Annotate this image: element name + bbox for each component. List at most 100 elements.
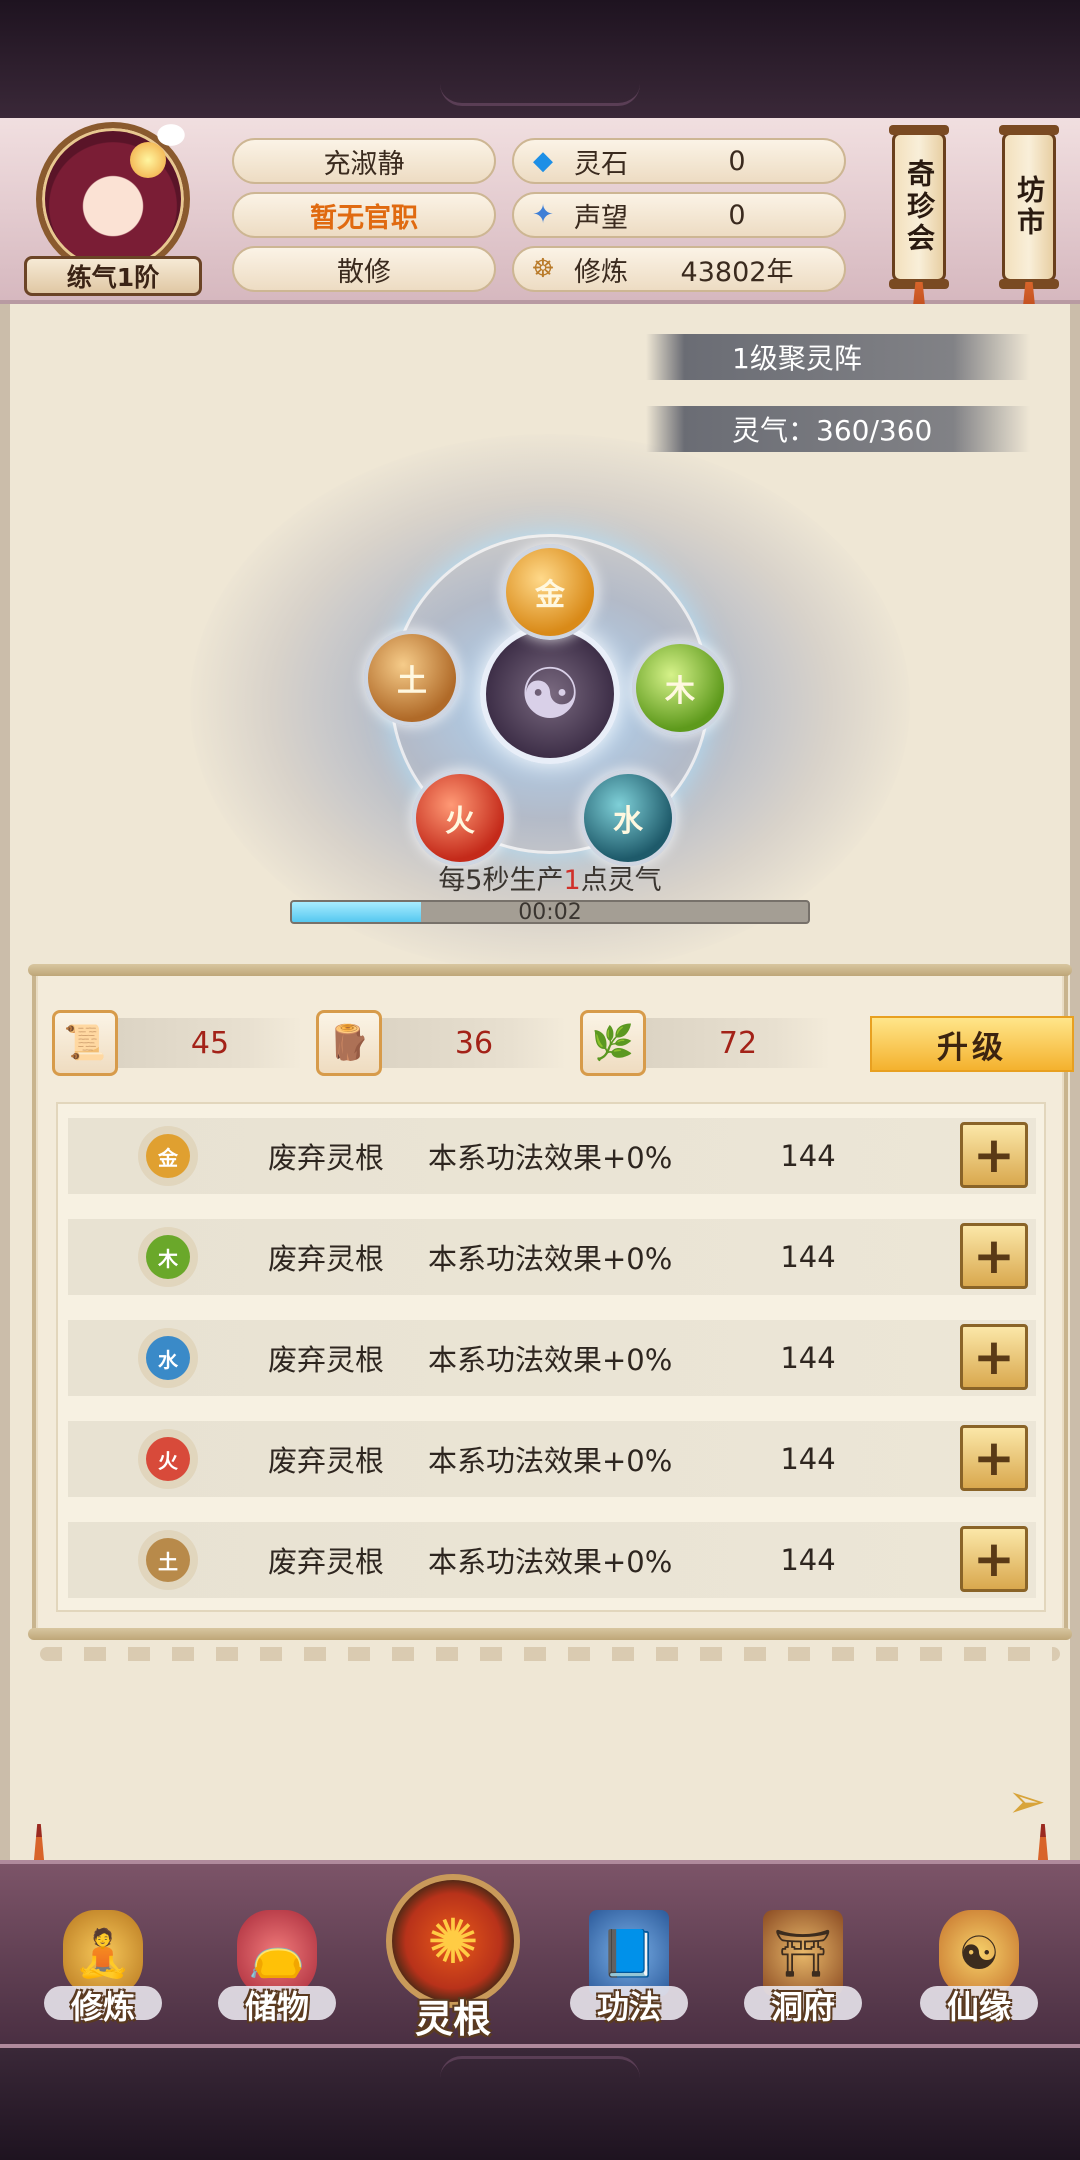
- element-badge: 木: [68, 1235, 268, 1279]
- wood-element-orb[interactable]: 木: [632, 640, 728, 736]
- nav-destiny[interactable]: ☯ 仙缘: [904, 1864, 1054, 2052]
- nav-label: 功法: [596, 1988, 661, 2026]
- root-effect: 本系功法效果+0%: [428, 1444, 673, 1478]
- gold-element-orb[interactable]: 金: [502, 544, 598, 640]
- material-value: 36: [382, 1018, 566, 1068]
- add-water-root-button[interactable]: +: [960, 1324, 1028, 1390]
- player-name: 充淑静: [232, 138, 496, 184]
- top-strip: [0, 0, 1080, 118]
- add-gold-root-button[interactable]: +: [960, 1122, 1028, 1188]
- collapse-arrow-icon[interactable]: ➢: [1007, 1774, 1046, 1828]
- root-cost: 144: [780, 1139, 836, 1173]
- add-wood-root-button[interactable]: +: [960, 1223, 1028, 1289]
- nav-cultivate[interactable]: 🧘 修炼: [28, 1864, 178, 2052]
- root-cost: 144: [780, 1543, 836, 1577]
- nav-label: 修炼: [70, 1988, 135, 2026]
- material-wood: 🪵 36: [316, 1010, 566, 1076]
- cultivation-value: 43802年: [680, 256, 794, 288]
- element-badge: 金: [68, 1134, 268, 1178]
- spirit-root-row-water: 水 废弃灵根 本系功法效果+0% 144 +: [68, 1320, 1036, 1396]
- sect-label: 散修: [232, 246, 496, 292]
- resource-panel: ◆ 灵石 0 ✦ 声望 0 ☸ 修炼 43802年: [512, 138, 846, 300]
- fire-element-orb[interactable]: 火: [412, 770, 508, 866]
- wood-element-icon: 木: [146, 1235, 190, 1279]
- nav-label: 灵根: [414, 1997, 491, 2041]
- panel-top-edge: [28, 964, 1072, 976]
- yin-yang-icon[interactable]: ☯: [480, 624, 620, 764]
- add-earth-root-button[interactable]: +: [960, 1526, 1028, 1592]
- spirit-root-list: 金 废弃灵根 本系功法效果+0% 144 + 木 废弃灵根 本系功法效果+0% …: [56, 1102, 1046, 1612]
- root-cost: 144: [780, 1341, 836, 1375]
- spirit-stone-row: ◆ 灵石 0: [512, 138, 846, 184]
- root-quality: 废弃灵根: [268, 1545, 385, 1579]
- progress-timer: 00:02: [518, 900, 582, 924]
- player-info: 充淑静 暂无官职 散修: [232, 138, 496, 300]
- root-effect: 本系功法效果+0%: [428, 1343, 673, 1377]
- root-effect: 本系功法效果+0%: [428, 1141, 673, 1175]
- spirit-stone-value: 0: [728, 145, 746, 177]
- array-level-banner: 1级聚灵阵: [646, 334, 1030, 380]
- element-badge: 火: [68, 1437, 268, 1481]
- root-quality: 废弃灵根: [268, 1141, 385, 1175]
- reputation-value: 0: [728, 199, 746, 231]
- spirit-stone-label: 灵石: [574, 148, 628, 180]
- nav-label: 储物: [244, 1988, 309, 2026]
- material-scroll: 📜 45: [52, 1010, 302, 1076]
- avatar-frame[interactable]: 练气1阶: [24, 120, 202, 298]
- bottom-strip: [0, 2048, 1080, 2160]
- material-value: 45: [118, 1018, 302, 1068]
- earth-element-orb[interactable]: 土: [364, 630, 460, 726]
- water-element-icon: 水: [146, 1336, 190, 1380]
- reputation-label: 声望: [574, 202, 628, 234]
- herb-material-icon[interactable]: 🌿: [580, 1010, 646, 1076]
- root-quality: 废弃灵根: [268, 1444, 385, 1478]
- spirit-root-row-fire: 火 废弃灵根 本系功法效果+0% 144 +: [68, 1421, 1036, 1497]
- market-button[interactable]: 坊市: [999, 125, 1059, 289]
- nav-spirit-root[interactable]: ✺ 灵根: [378, 1864, 528, 2052]
- cultivation-label: 修炼: [574, 256, 628, 288]
- element-badge: 水: [68, 1336, 268, 1380]
- fire-element-icon: 火: [146, 1437, 190, 1481]
- production-suffix: 点灵气: [580, 865, 662, 896]
- spirit-root-row-gold: 金 废弃灵根 本系功法效果+0% 144 +: [68, 1118, 1036, 1194]
- upgrade-button[interactable]: 升级: [870, 1016, 1074, 1072]
- production-progress-bar: 00:02: [290, 900, 810, 924]
- gold-element-icon: 金: [146, 1134, 190, 1178]
- cultivation-row: ☸ 修炼 43802年: [512, 246, 846, 292]
- element-badge: 土: [68, 1538, 268, 1582]
- nav-label: 仙缘: [946, 1988, 1011, 2026]
- top-ornament: [440, 84, 640, 106]
- water-element-orb[interactable]: 水: [580, 770, 676, 866]
- root-cost: 144: [780, 1240, 836, 1274]
- spirit-stone-icon: ◆: [533, 146, 553, 176]
- spirit-root-row-earth: 土 废弃灵根 本系功法效果+0% 144 +: [68, 1522, 1036, 1598]
- production-prefix: 每5秒生产: [438, 865, 564, 896]
- bottom-ornament: [440, 2056, 640, 2078]
- bottom-nav: 🧘 修炼 👝 储物 ✺ 灵根 📘 功法 ⛩ 洞府 ☯ 仙缘: [0, 1860, 1080, 2048]
- avatar[interactable]: [36, 120, 190, 276]
- earth-element-icon: 土: [146, 1538, 190, 1582]
- material-row: 📜 45 🪵 36 🌿 72 升级: [52, 1010, 1074, 1076]
- nav-cave[interactable]: ⛩ 洞府: [728, 1864, 878, 2052]
- spirit-root-row-wood: 木 废弃灵根 本系功法效果+0% 144 +: [68, 1219, 1036, 1295]
- scroll-material-icon[interactable]: 📜: [52, 1010, 118, 1076]
- nav-label: 洞府: [770, 1988, 835, 2026]
- nav-techniques[interactable]: 📘 功法: [554, 1864, 704, 2052]
- cultivation-icon: ☸: [531, 254, 555, 284]
- production-amount: 1: [563, 865, 581, 896]
- root-effect: 本系功法效果+0%: [428, 1545, 673, 1579]
- panel-bottom-edge: [28, 1628, 1072, 1640]
- player-header: 练气1阶 充淑静 暂无官职 散修 ◆ 灵石 0 ✦ 声望 0 ☸ 修炼 4380…: [0, 118, 1080, 336]
- main-area: 1级聚灵阵 灵气：360/360 ☯ 金 木 土 火 水 每5秒生产1点灵气 0…: [0, 304, 1080, 1860]
- add-fire-root-button[interactable]: +: [960, 1425, 1028, 1491]
- wood-material-icon[interactable]: 🪵: [316, 1010, 382, 1076]
- spirit-root-panel: 📜 45 🪵 36 🌿 72 升级 金 废弃灵根 本系功法效果+0% 144 +: [28, 964, 1074, 1640]
- material-value: 72: [646, 1018, 830, 1068]
- material-herb: 🌿 72: [580, 1010, 830, 1076]
- rank-plate: 练气1阶: [24, 256, 202, 296]
- butterfly-icon: [152, 120, 190, 150]
- treasure-fair-button[interactable]: 奇珍会: [889, 125, 949, 289]
- nav-storage[interactable]: 👝 储物: [202, 1864, 352, 2052]
- official-title: 暂无官职: [232, 192, 496, 238]
- ornamental-divider: [40, 1647, 1060, 1661]
